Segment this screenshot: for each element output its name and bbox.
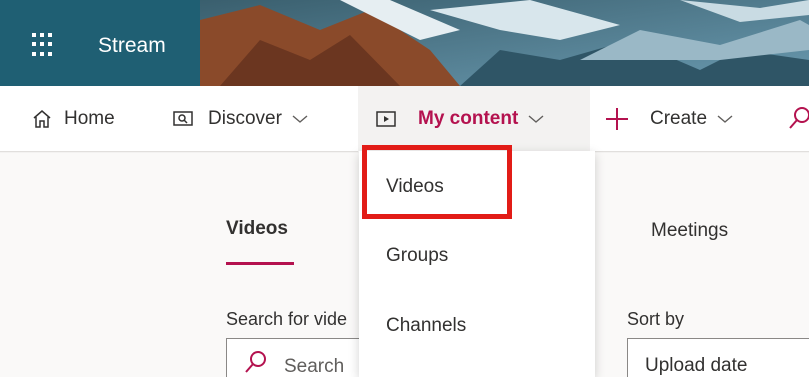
nav-home[interactable]: Home bbox=[32, 86, 115, 152]
nav-home-label: Home bbox=[64, 108, 115, 129]
search-label: Search for vide bbox=[226, 309, 348, 329]
waffle-icon[interactable] bbox=[32, 33, 56, 57]
nav-discover[interactable]: Discover bbox=[172, 86, 308, 152]
search-icon bbox=[245, 351, 266, 373]
top-nav-bar: Home Discover My content Create bbox=[0, 86, 809, 152]
my-content-icon bbox=[376, 111, 396, 127]
discover-icon bbox=[173, 111, 193, 126]
nav-create[interactable]: Create bbox=[604, 86, 733, 152]
home-icon bbox=[33, 110, 51, 128]
sort-label: Sort by bbox=[627, 309, 685, 329]
header-background-image bbox=[200, 0, 809, 86]
tab-videos[interactable]: Videos bbox=[226, 218, 288, 240]
nav-my-content-label: My content bbox=[418, 108, 519, 129]
chevron-down-icon bbox=[717, 115, 733, 123]
tab-meetings[interactable]: Meetings bbox=[651, 220, 728, 242]
chevron-down-icon bbox=[292, 115, 308, 123]
nav-discover-label: Discover bbox=[208, 108, 282, 129]
active-tab-indicator bbox=[226, 262, 294, 265]
app-header-banner: Stream bbox=[0, 0, 809, 86]
sort-value: Upload date bbox=[645, 355, 748, 376]
search-placeholder: Search bbox=[284, 356, 345, 377]
app-name[interactable]: Stream bbox=[98, 34, 166, 58]
app-header-brand-area: Stream bbox=[0, 0, 200, 86]
menu-item-channels[interactable]: Channels bbox=[386, 315, 466, 337]
chevron-down-icon bbox=[528, 115, 544, 123]
search-icon bbox=[789, 107, 809, 129]
nav-search[interactable] bbox=[789, 86, 809, 152]
nav-create-label: Create bbox=[650, 108, 708, 129]
nav-my-content[interactable]: My content bbox=[358, 86, 590, 152]
highlight-box bbox=[362, 145, 512, 219]
plus-icon bbox=[606, 108, 628, 130]
menu-item-groups[interactable]: Groups bbox=[386, 245, 448, 267]
